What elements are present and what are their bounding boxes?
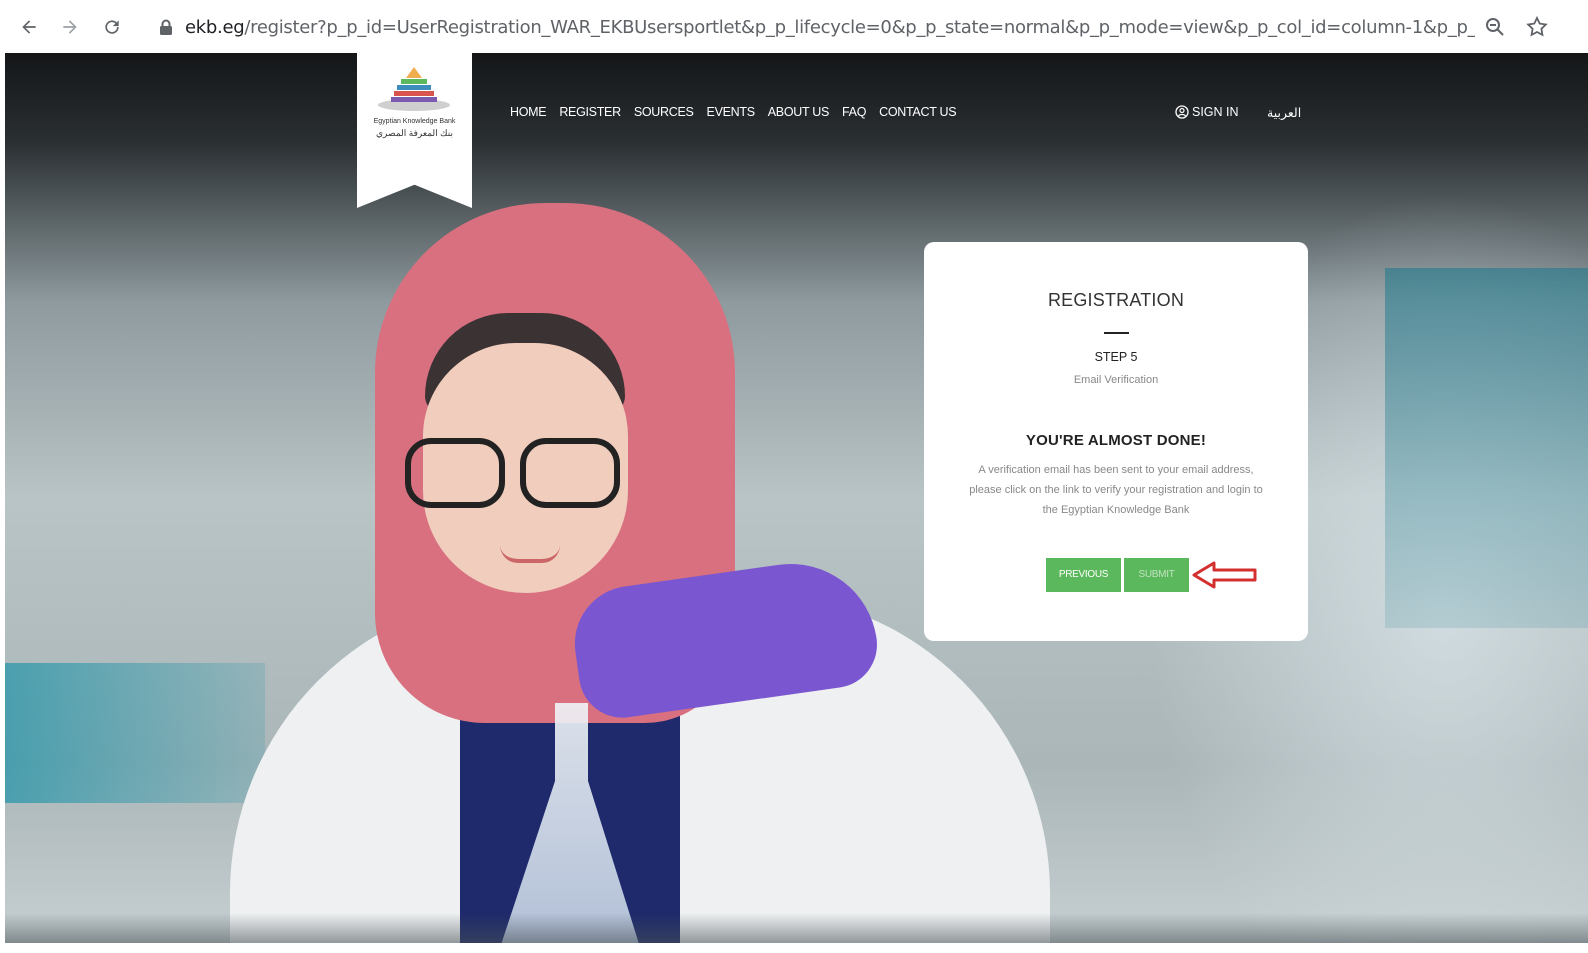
main-navigation: HOME REGISTER SOURCES EVENTS ABOUT US FA… xyxy=(510,105,969,119)
sign-in-link[interactable]: SIGN IN xyxy=(1175,105,1239,119)
nav-register[interactable]: REGISTER xyxy=(559,105,621,119)
nav-about-us[interactable]: ABOUT US xyxy=(768,105,830,119)
url-path: /register?p_p_id=UserRegistration_WAR_EK… xyxy=(244,17,1475,38)
reload-icon xyxy=(105,20,119,34)
almost-done-heading: YOU'RE ALMOST DONE! xyxy=(1025,432,1207,449)
user-circle-icon xyxy=(1175,105,1189,119)
logo-text-english: Egyptian Knowledge Bank xyxy=(373,118,456,125)
bookmark-star-icon[interactable] xyxy=(1525,15,1549,39)
zoom-icon[interactable] xyxy=(1483,15,1507,39)
bottom-shadow xyxy=(5,913,1588,943)
back-button[interactable] xyxy=(14,12,44,42)
submit-button[interactable]: SUBMIT xyxy=(1124,558,1189,592)
arrow-left-icon xyxy=(22,20,36,34)
address-bar[interactable]: ekb.eg/register?p_p_id=UserRegistration_… xyxy=(145,10,1560,44)
hero-glasses-left xyxy=(405,438,505,508)
background-shelf xyxy=(1385,268,1588,628)
nav-home[interactable]: HOME xyxy=(510,105,547,119)
hero-smile xyxy=(500,545,560,563)
browser-toolbar: ekb.eg/register?p_p_id=UserRegistration_… xyxy=(0,0,1588,53)
site-logo[interactable]: Egyptian Knowledge Bank بنك المعرفة المص… xyxy=(357,53,472,208)
verification-message: A verification email has been sent to yo… xyxy=(969,464,1263,516)
forward-button[interactable] xyxy=(55,12,85,42)
registration-card: REGISTRATION STEP 5 Email Verification Y… xyxy=(924,242,1308,641)
nav-faq[interactable]: FAQ xyxy=(842,105,866,119)
logo-books-icon xyxy=(378,67,450,111)
hero-glasses-right xyxy=(520,438,620,508)
lock-icon xyxy=(160,19,172,35)
title-divider xyxy=(1104,332,1129,334)
registration-title: REGISTRATION xyxy=(1047,290,1185,310)
url-text[interactable]: ekb.eg/register?p_p_id=UserRegistration_… xyxy=(185,17,1475,38)
url-host: ekb.eg xyxy=(185,17,245,38)
nav-sources[interactable]: SOURCES xyxy=(634,105,694,119)
step-label: Email Verification xyxy=(1073,374,1159,386)
page-background: Egyptian Knowledge Bank بنك المعرفة المص… xyxy=(5,53,1588,943)
nav-events[interactable]: EVENTS xyxy=(707,105,756,119)
previous-button[interactable]: PREVIOUS xyxy=(1046,558,1121,592)
annotation-arrow-icon xyxy=(1192,561,1257,589)
background-cabinet xyxy=(5,663,265,803)
reload-button[interactable] xyxy=(97,12,127,42)
logo-text-arabic: بنك المعرفة المصري xyxy=(376,128,453,138)
sign-in-label: SIGN IN xyxy=(1192,105,1239,119)
step-number: STEP 5 xyxy=(1094,350,1138,364)
nav-contact-us[interactable]: CONTACT US xyxy=(879,105,956,119)
arrow-right-icon xyxy=(63,20,77,34)
language-switch[interactable]: العربية xyxy=(1267,105,1301,120)
